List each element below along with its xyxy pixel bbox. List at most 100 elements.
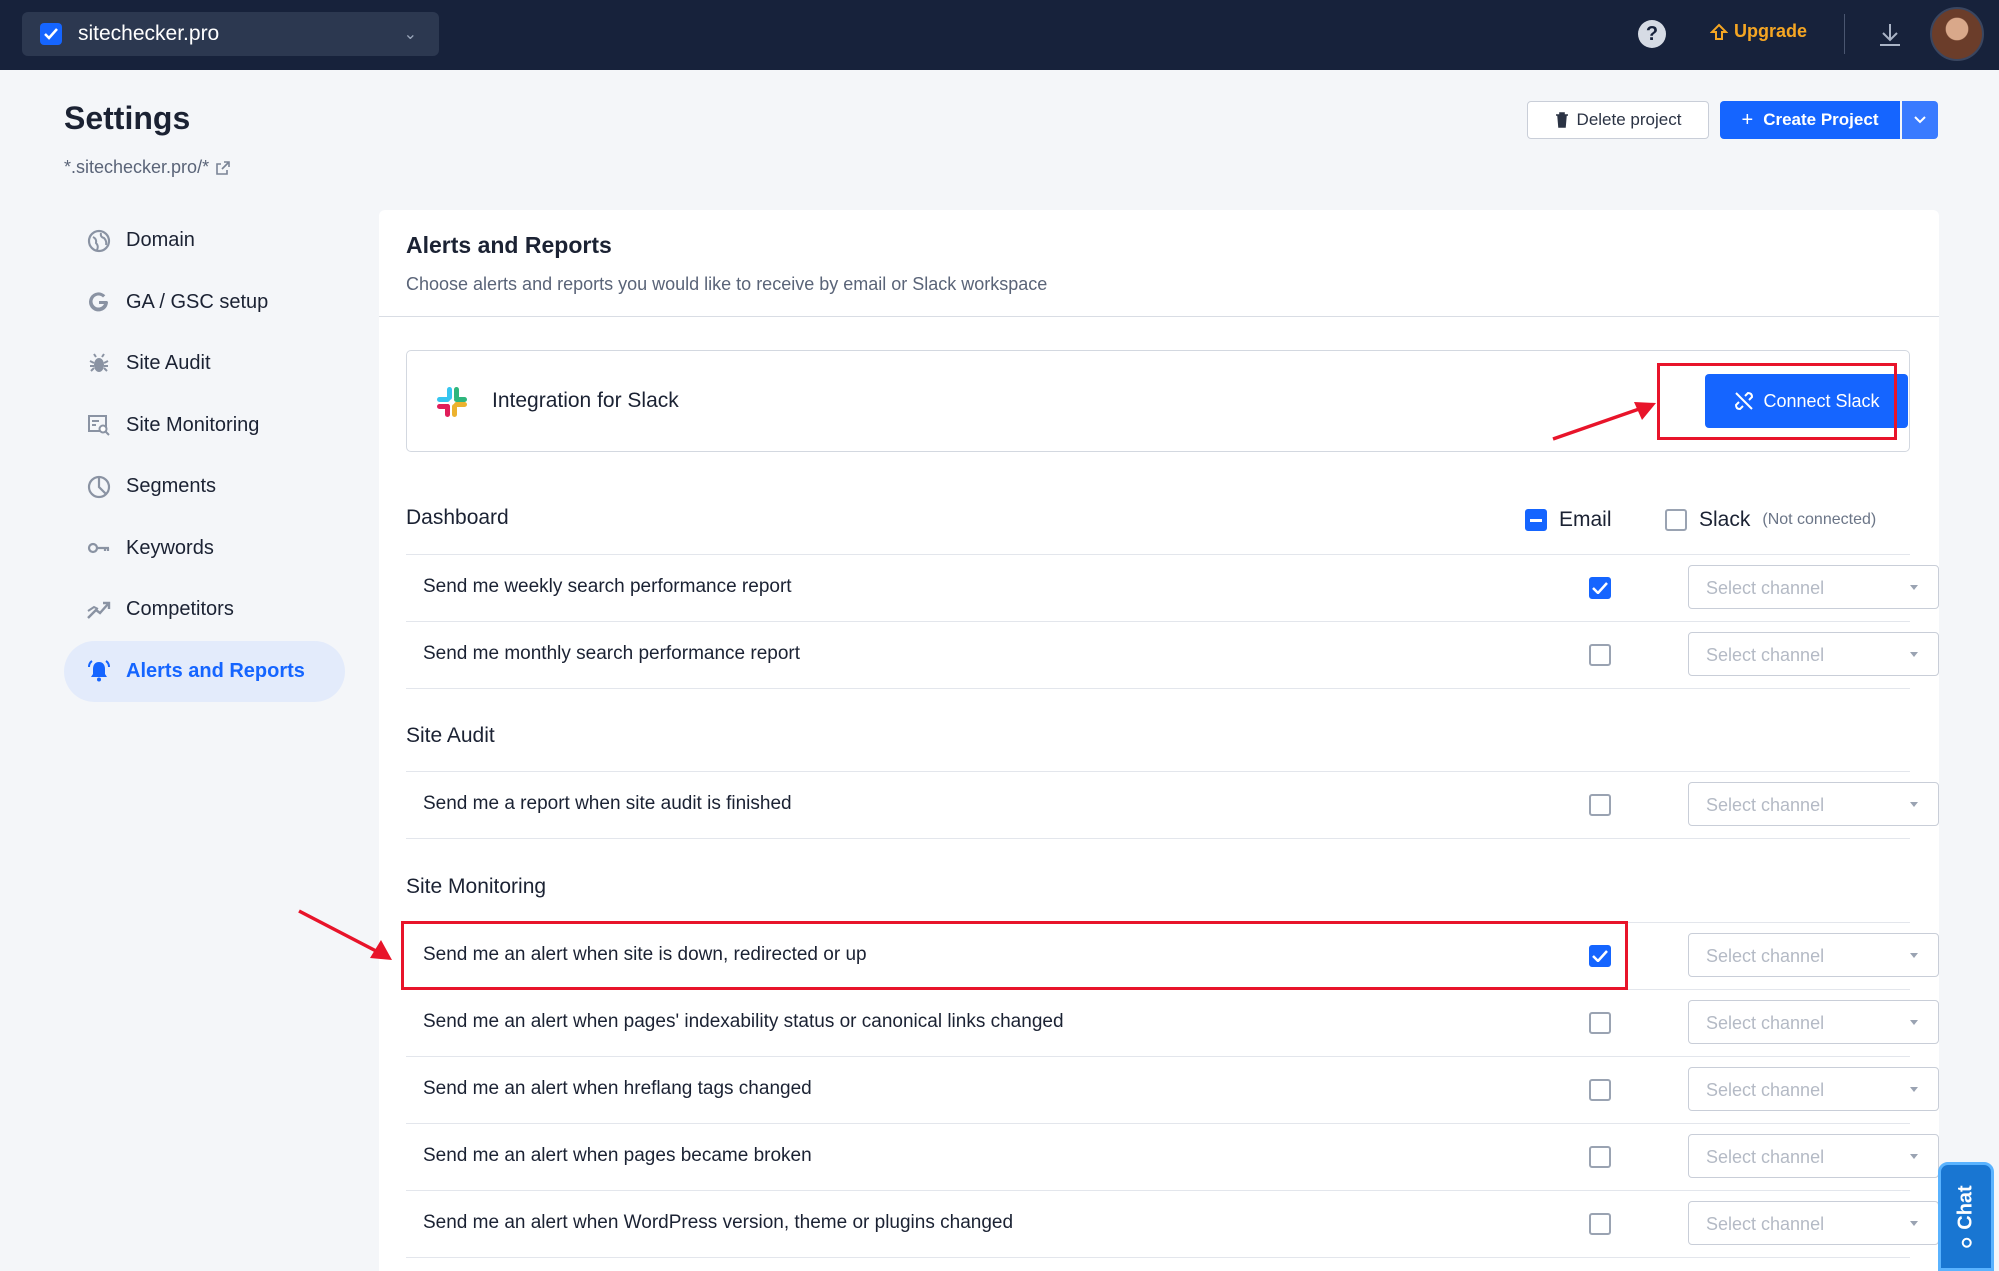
row-label: Send me an alert when pages' indexabilit… [423, 1011, 1064, 1032]
chevron-down-icon [1914, 116, 1926, 124]
chat-label: Chat [1954, 1185, 1977, 1230]
select-placeholder: Select channel [1706, 1080, 1825, 1100]
site-name: sitechecker.pro [78, 22, 220, 45]
caret-down-icon [1910, 802, 1918, 807]
sidebar-item-site-monitoring[interactable]: Site Monitoring [64, 395, 345, 457]
site-check-icon [40, 23, 62, 45]
annotation-highlight-site-down-row [401, 921, 1628, 990]
top-bar: sitechecker.pro ⌄ ? Upgrade [0, 0, 1999, 70]
row-label: Send me weekly search performance report [423, 576, 792, 597]
caret-down-icon [1910, 1154, 1918, 1159]
annotation-highlight-connect-slack [1657, 363, 1897, 440]
slack-channel-select[interactable]: Select channel [1688, 933, 1939, 977]
create-project-dropdown[interactable] [1902, 101, 1938, 139]
slack-column-label: Slack [1699, 508, 1751, 531]
annotation-arrow-icon [1552, 402, 1656, 441]
divider [406, 1257, 1910, 1258]
pie-icon [86, 474, 112, 500]
email-checkbox[interactable] [1589, 1012, 1611, 1034]
email-checkbox[interactable] [1589, 577, 1611, 599]
site-url[interactable]: *.sitechecker.pro/* [64, 157, 231, 178]
slack-select-all-checkbox[interactable] [1665, 509, 1687, 531]
sidebar-item-segments[interactable]: Segments [64, 456, 345, 518]
caret-down-icon [1910, 585, 1918, 590]
email-checkbox[interactable] [1589, 1146, 1611, 1168]
email-column-label: Email [1559, 508, 1612, 531]
select-placeholder: Select channel [1706, 1147, 1825, 1167]
sidebar-item-keywords[interactable]: Keywords [64, 518, 345, 580]
caret-down-icon [1910, 652, 1918, 657]
sidebar-item-competitors[interactable]: Competitors [64, 579, 345, 641]
table-row: Send me weekly search performance report… [406, 554, 1939, 621]
slack-column-header[interactable]: Slack (Not connected) [1665, 508, 1876, 532]
google-icon [86, 289, 112, 315]
slack-channel-select[interactable]: Select channel [1688, 1134, 1939, 1178]
chat-button[interactable]: Chat [1938, 1162, 1994, 1271]
delete-project-label: Delete project [1576, 110, 1682, 129]
slack-channel-select[interactable]: Select channel [1688, 1201, 1939, 1245]
bell-icon [86, 658, 112, 684]
email-checkbox[interactable] [1589, 644, 1611, 666]
upgrade-label: Upgrade [1734, 21, 1808, 41]
chevron-down-icon: ⌄ [403, 26, 417, 43]
divider [1844, 14, 1845, 54]
select-placeholder: Select channel [1706, 795, 1825, 815]
row-label: Send me an alert when WordPress version,… [423, 1212, 1014, 1233]
slack-logo-icon [435, 385, 469, 424]
slack-channel-select[interactable]: Select channel [1688, 565, 1939, 609]
sidebar-item-ga-gsc[interactable]: GA / GSC setup [64, 272, 345, 334]
table-row: Send me an alert when pages' indexabilit… [406, 989, 1939, 1056]
section-title-site-monitoring: Site Monitoring [406, 875, 547, 898]
site-url-text: *.sitechecker.pro/* [64, 157, 210, 177]
row-label: Send me monthly search performance repor… [423, 643, 801, 664]
create-project-button[interactable]: + Create Project [1720, 101, 1900, 139]
email-checkbox[interactable] [1589, 794, 1611, 816]
table-row: Send me an alert when pages became broke… [406, 1123, 1939, 1190]
slack-channel-select[interactable]: Select channel [1688, 782, 1939, 826]
email-column-header[interactable]: Email [1525, 508, 1612, 532]
avatar[interactable] [1930, 7, 1984, 61]
slack-channel-select[interactable]: Select channel [1688, 1000, 1939, 1044]
sidebar-item-domain[interactable]: Domain [64, 210, 345, 272]
key-icon [86, 535, 112, 561]
slack-integration-label: Integration for Slack [492, 389, 679, 412]
slack-status: (Not connected) [1762, 511, 1877, 528]
help-icon[interactable]: ? [1638, 20, 1666, 48]
slack-channel-select[interactable]: Select channel [1688, 632, 1939, 676]
globe-icon [86, 228, 112, 254]
email-select-all-checkbox[interactable] [1525, 509, 1547, 531]
email-checkbox[interactable] [1589, 1079, 1611, 1101]
external-link-icon[interactable] [215, 160, 231, 176]
select-placeholder: Select channel [1706, 578, 1825, 598]
sidebar-item-label: Alerts and Reports [126, 659, 305, 682]
sidebar-item-label: Segments [126, 475, 217, 498]
email-checkbox[interactable] [1589, 1213, 1611, 1235]
caret-down-icon [1910, 1087, 1918, 1092]
sidebar-item-site-audit[interactable]: Site Audit [64, 333, 345, 395]
site-selector[interactable]: sitechecker.pro ⌄ [22, 12, 439, 56]
caret-down-icon [1910, 1221, 1918, 1226]
create-project-label: Create Project [1763, 110, 1879, 129]
select-placeholder: Select channel [1706, 645, 1825, 665]
select-placeholder: Select channel [1706, 946, 1825, 966]
sidebar-item-label: GA / GSC setup [126, 290, 269, 313]
select-placeholder: Select channel [1706, 1013, 1825, 1033]
upgrade-arrow-icon [1710, 23, 1728, 40]
upgrade-button[interactable]: Upgrade [1710, 21, 1807, 42]
plus-icon: + [1741, 108, 1754, 131]
caret-down-icon [1910, 1020, 1918, 1025]
row-label: Send me an alert when hreflang tags chan… [423, 1078, 812, 1099]
sidebar-item-alerts-reports[interactable]: Alerts and Reports [64, 640, 345, 702]
download-icon[interactable] [1875, 20, 1905, 55]
section-title-site-audit: Site Audit [406, 724, 495, 747]
slack-channel-select[interactable]: Select channel [1688, 1067, 1939, 1111]
divider [406, 838, 1910, 839]
table-row: Send me an alert when WordPress version,… [406, 1190, 1939, 1257]
divider [406, 688, 1910, 689]
page-title: Settings [64, 100, 191, 136]
delete-project-button[interactable]: Delete project [1527, 101, 1709, 139]
bug-icon [86, 351, 112, 377]
sidebar-item-label: Site Monitoring [126, 413, 260, 436]
table-row: Send me an alert when hreflang tags chan… [406, 1056, 1939, 1123]
sidebar-item-label: Competitors [126, 598, 234, 621]
